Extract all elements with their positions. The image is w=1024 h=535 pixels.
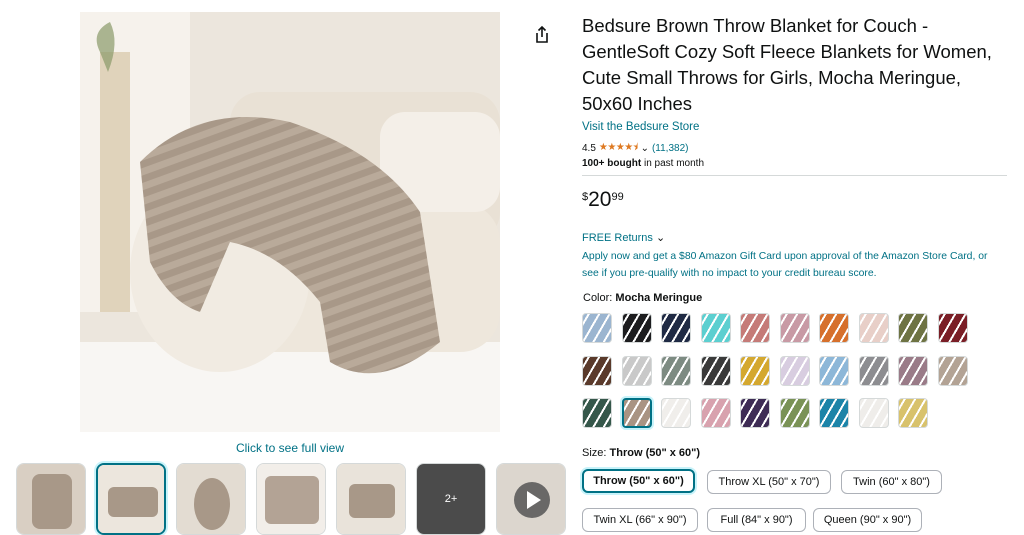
color-swatch[interactable] bbox=[779, 355, 810, 386]
bought-count-bold: 100+ bought bbox=[582, 158, 642, 169]
color-swatch[interactable] bbox=[898, 355, 928, 386]
color-swatch[interactable] bbox=[582, 355, 612, 386]
size-option-button[interactable]: Throw (50" x 60") bbox=[582, 469, 695, 493]
color-swatch[interactable] bbox=[858, 355, 889, 386]
size-label-prefix: Size: bbox=[582, 447, 610, 459]
color-swatch[interactable] bbox=[858, 398, 889, 428]
chevron-down-icon: ⌄ bbox=[655, 232, 666, 244]
color-swatch[interactable] bbox=[740, 313, 770, 343]
color-swatch[interactable] bbox=[582, 313, 612, 343]
size-option-button[interactable]: Twin (60" x 80") bbox=[841, 470, 942, 494]
color-label: Color: Mocha Meringue bbox=[583, 292, 702, 304]
color-swatch[interactable] bbox=[661, 398, 691, 428]
thumbnail-4[interactable] bbox=[256, 463, 326, 535]
color-swatch[interactable] bbox=[858, 313, 889, 343]
size-option-button[interactable]: Twin XL (66" x 90") bbox=[582, 508, 698, 532]
color-swatch[interactable] bbox=[937, 313, 968, 343]
color-swatch[interactable] bbox=[700, 355, 731, 386]
thumbnail-3[interactable] bbox=[176, 463, 246, 535]
color-swatch[interactable] bbox=[898, 398, 928, 428]
color-swatch[interactable] bbox=[661, 355, 691, 386]
rating-value: 4.5 bbox=[582, 143, 596, 154]
bought-count: 100+ bought in past month bbox=[582, 158, 704, 169]
product-title: Bedsure Brown Throw Blanket for Couch - … bbox=[582, 15, 992, 114]
color-swatch[interactable] bbox=[779, 313, 810, 343]
color-swatch[interactable] bbox=[740, 355, 770, 386]
color-swatch[interactable] bbox=[937, 355, 968, 386]
free-returns-link[interactable]: FREE Returns ⌄ bbox=[582, 231, 665, 244]
size-selected-name: Throw (50" x 60") bbox=[609, 447, 701, 459]
color-swatch[interactable] bbox=[779, 398, 810, 428]
size-option-button[interactable]: Queen (90" x 90") bbox=[813, 508, 922, 532]
color-swatch[interactable] bbox=[621, 313, 652, 343]
full-view-link[interactable]: Click to see full view bbox=[80, 441, 500, 455]
color-swatch[interactable] bbox=[621, 398, 652, 428]
color-swatch[interactable] bbox=[819, 313, 849, 343]
color-swatch[interactable] bbox=[819, 355, 849, 386]
thumbnail-1[interactable] bbox=[16, 463, 86, 535]
share-icon[interactable] bbox=[531, 24, 553, 46]
main-product-image[interactable] bbox=[80, 12, 500, 432]
store-link[interactable]: Visit the Bedsure Store bbox=[582, 121, 699, 133]
chevron-down-icon[interactable]: ⌄ bbox=[641, 143, 649, 154]
color-swatch[interactable] bbox=[661, 313, 691, 343]
size-option-button[interactable]: Full (84" x 90") bbox=[707, 508, 806, 532]
price-symbol: $ bbox=[582, 191, 589, 203]
store-card-promo[interactable]: Apply now and get a $80 Amazon Gift Card… bbox=[582, 248, 1007, 282]
divider bbox=[582, 175, 1007, 176]
color-swatch[interactable] bbox=[700, 313, 731, 343]
color-swatch[interactable] bbox=[700, 398, 731, 428]
color-swatch[interactable] bbox=[898, 313, 928, 343]
price-whole: 20 bbox=[588, 188, 612, 211]
rating-count-link[interactable]: (11,382) bbox=[652, 143, 689, 154]
rating-row: 4.5 ★★★★⯨ ⌄ (11,382) bbox=[582, 140, 688, 157]
color-selected-name: Mocha Meringue bbox=[615, 292, 703, 304]
bought-count-rest: in past month bbox=[641, 158, 704, 169]
price-fraction: 99 bbox=[611, 191, 624, 203]
size-label: Size: Throw (50" x 60") bbox=[582, 447, 700, 459]
price: $2099 bbox=[582, 188, 624, 212]
more-images-count: 2+ bbox=[444, 493, 458, 505]
thumbnail-2[interactable] bbox=[96, 463, 166, 535]
color-swatch[interactable] bbox=[740, 398, 770, 428]
size-option-button[interactable]: Throw XL (50" x 70") bbox=[707, 470, 831, 494]
color-label-prefix: Color: bbox=[583, 292, 616, 304]
thumbnail-5[interactable] bbox=[336, 463, 406, 535]
color-swatch[interactable] bbox=[621, 355, 652, 386]
more-images-thumbnail[interactable]: 2+ bbox=[416, 463, 486, 535]
color-swatch[interactable] bbox=[582, 398, 612, 428]
star-rating-icon[interactable]: ★★★★⯨ bbox=[599, 140, 638, 157]
color-swatch[interactable] bbox=[819, 398, 849, 428]
free-returns-label: FREE Returns bbox=[582, 232, 653, 244]
video-thumbnail[interactable] bbox=[496, 463, 566, 535]
